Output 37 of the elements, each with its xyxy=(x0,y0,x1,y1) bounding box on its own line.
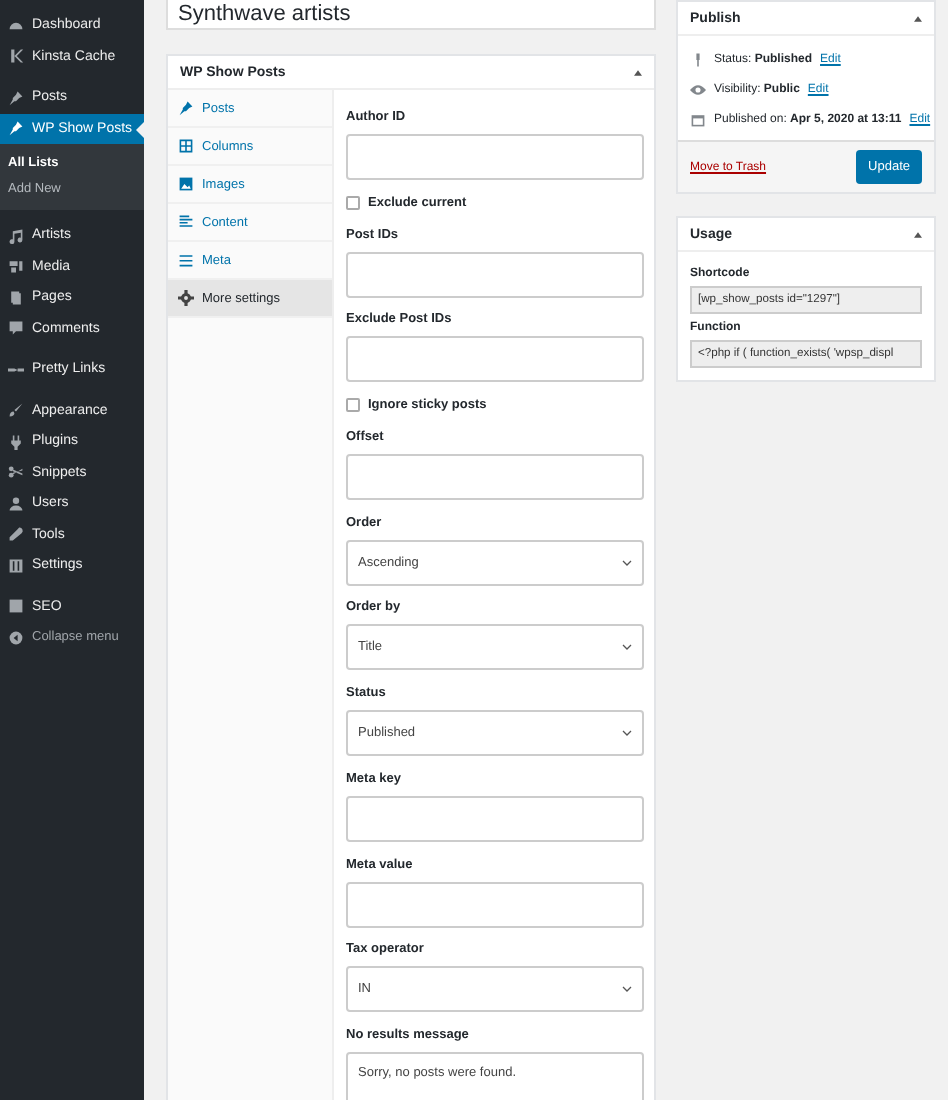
calendar-icon xyxy=(690,112,706,128)
collapse-toggle-icon[interactable] xyxy=(914,15,922,21)
pin-icon xyxy=(8,120,24,137)
input-field[interactable] xyxy=(346,251,644,298)
plug-icon xyxy=(8,433,24,450)
input-field[interactable] xyxy=(346,881,644,927)
person-icon xyxy=(8,495,24,512)
scissors-icon xyxy=(8,464,24,481)
input-field[interactable] xyxy=(346,336,644,383)
input-field[interactable] xyxy=(346,134,644,180)
speech-bubble-icon xyxy=(8,320,24,337)
input-field[interactable] xyxy=(346,795,644,842)
grid-icon xyxy=(178,138,194,154)
collapse-toggle-icon[interactable] xyxy=(914,231,922,237)
music-icon xyxy=(8,227,24,244)
list-icon xyxy=(178,252,194,268)
input-field[interactable] xyxy=(346,454,644,501)
gear-icon xyxy=(178,290,194,306)
caret-icon xyxy=(622,986,632,993)
pin-icon xyxy=(178,100,194,116)
caret-icon xyxy=(622,644,632,651)
pages-icon xyxy=(8,289,24,306)
caret-icon xyxy=(622,730,632,737)
collapse-icon xyxy=(8,629,24,646)
caret-icon xyxy=(622,559,632,566)
checkbox[interactable] xyxy=(346,398,360,413)
image-icon xyxy=(178,176,194,192)
checkbox[interactable] xyxy=(346,195,360,210)
post-title-field[interactable]: Synthwave artists xyxy=(166,0,656,30)
pin-icon xyxy=(8,89,24,106)
eye-icon xyxy=(690,82,706,98)
brush-icon xyxy=(8,402,24,419)
key-icon xyxy=(690,52,706,68)
text-lines-icon xyxy=(178,214,194,230)
collapse-toggle-icon[interactable] xyxy=(634,69,642,75)
gauge-icon xyxy=(8,17,24,34)
logo-icon xyxy=(8,48,24,65)
